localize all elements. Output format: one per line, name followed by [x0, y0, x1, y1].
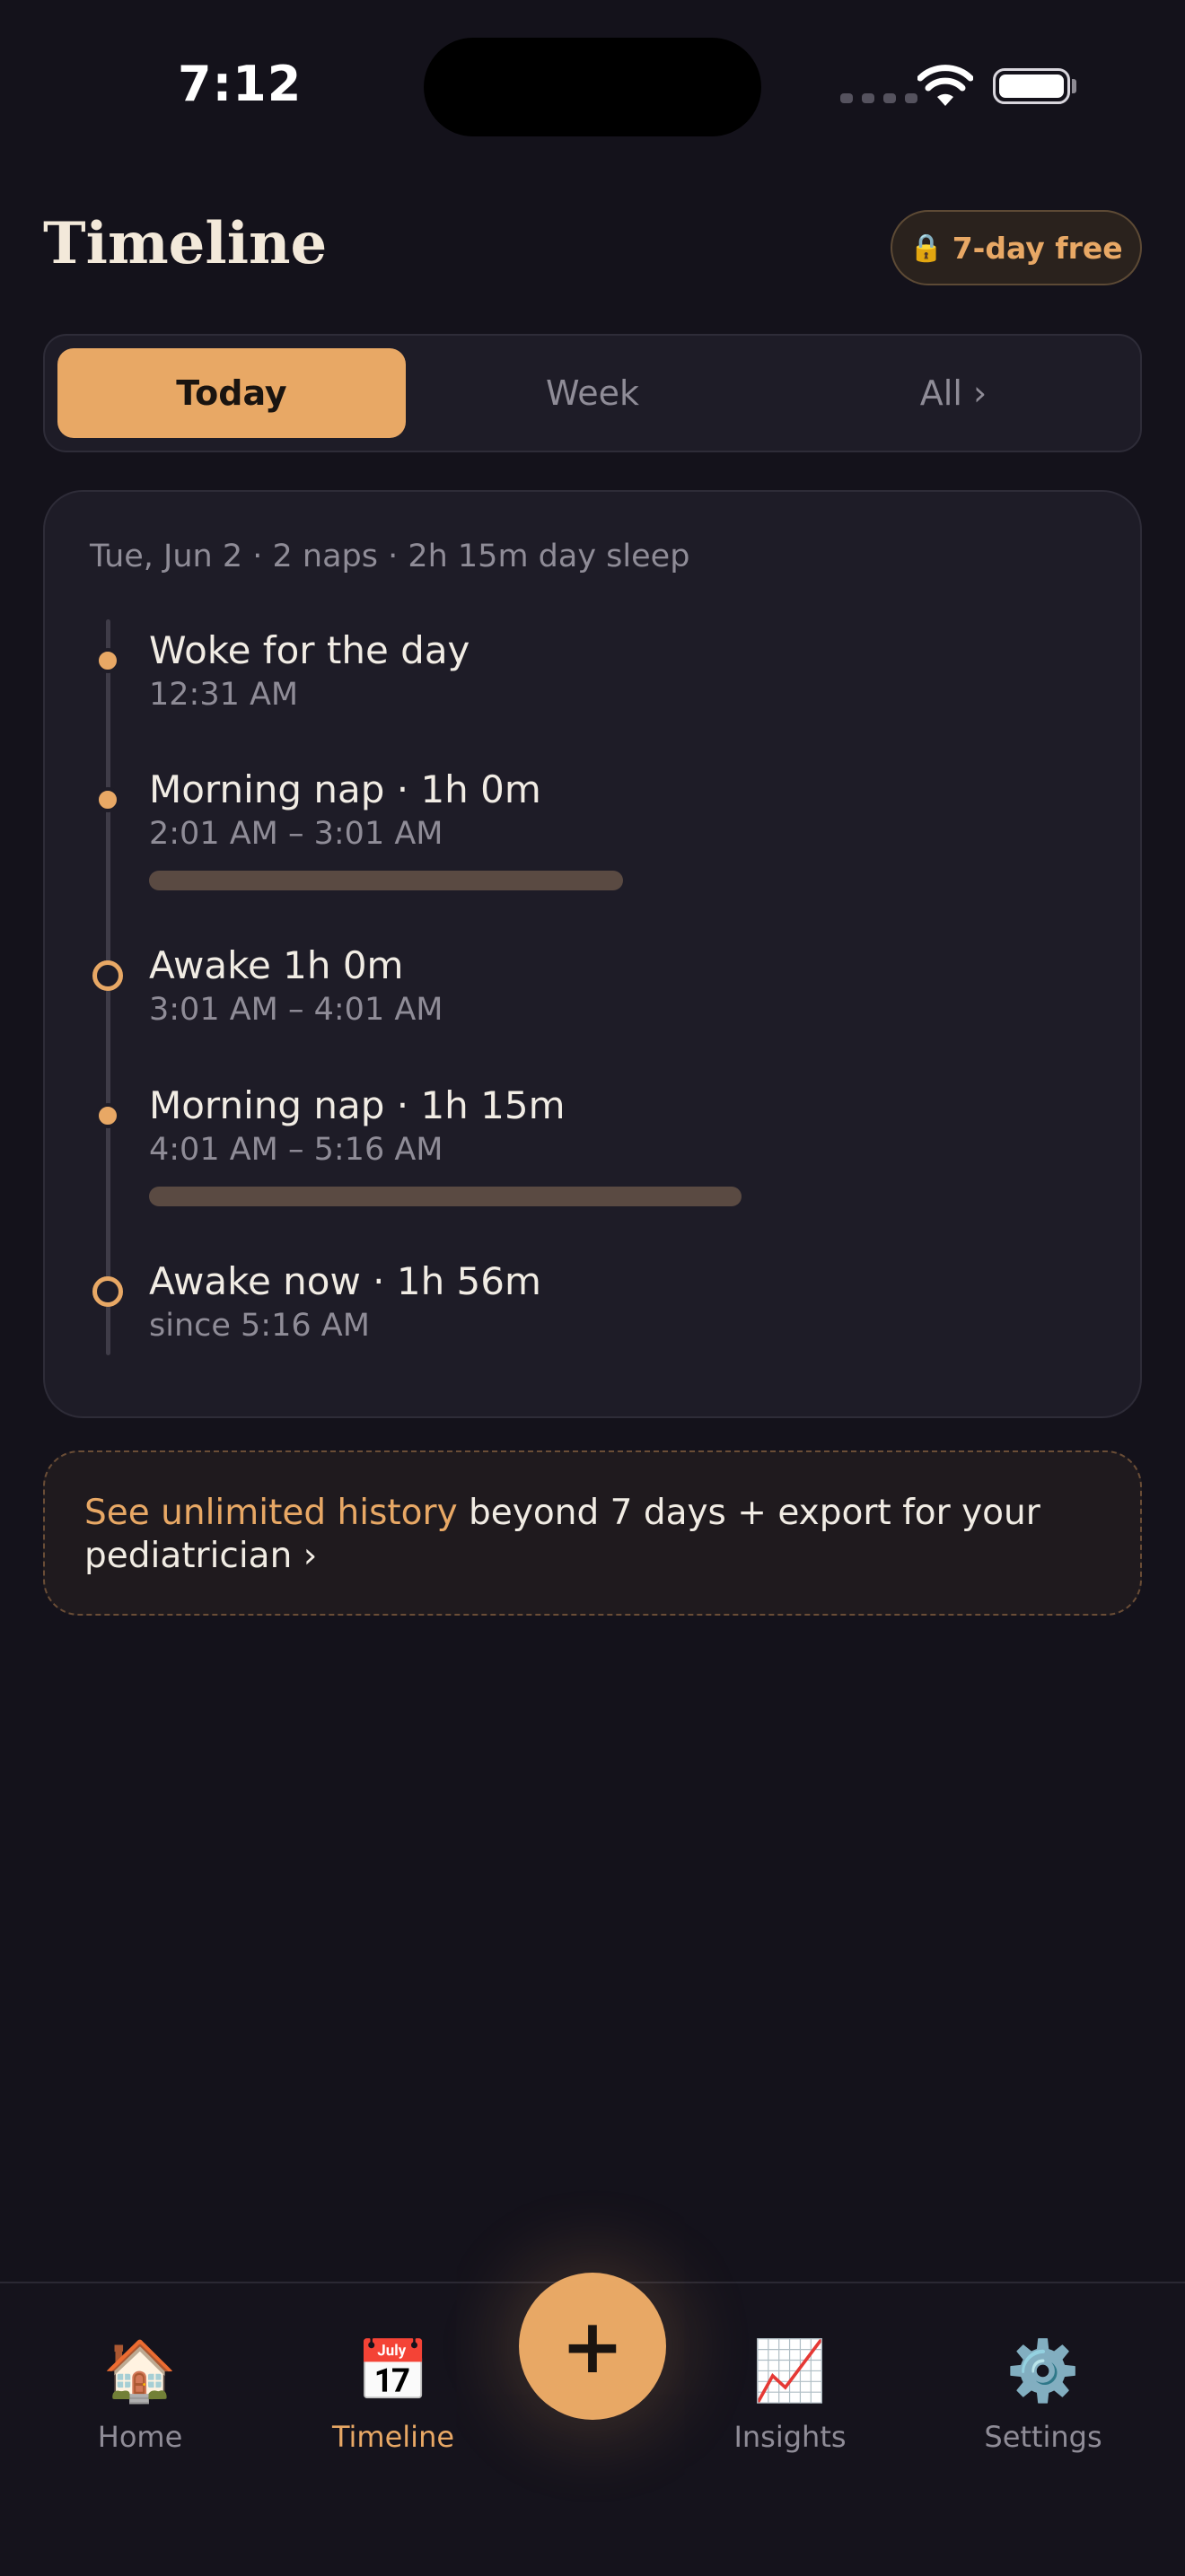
timeline-entry-time: since 5:16 AM — [149, 1308, 370, 1344]
battery-icon — [993, 68, 1070, 104]
battery-nub — [1072, 79, 1076, 93]
tab-label: Insights — [733, 2420, 847, 2454]
segment-all[interactable]: All › — [779, 348, 1128, 438]
tab-timeline[interactable]: 📅 Timeline — [303, 2335, 483, 2454]
status-time: 7:12 — [178, 56, 303, 112]
timeline-entry-title[interactable]: Woke for the day — [149, 628, 470, 672]
timeline-entry-title[interactable]: Morning nap · 1h 15m — [149, 1083, 566, 1127]
nap-duration-bar — [149, 871, 623, 890]
calendar-icon: 📅 — [356, 2336, 431, 2405]
timeline-entry-title[interactable]: Morning nap · 1h 0m — [149, 767, 541, 811]
tab-settings[interactable]: ⚙️ Settings — [953, 2335, 1133, 2454]
segment-week[interactable]: Week — [418, 348, 767, 438]
cellular-signal-icon — [840, 93, 917, 103]
timeline-dot-filled — [95, 1103, 120, 1128]
status-bar: 7:12 — [0, 0, 1185, 180]
timeline-entry-time: 3:01 AM – 4:01 AM — [149, 992, 443, 1028]
home-icon: 🏠 — [102, 2336, 178, 2405]
tab-home[interactable]: 🏠 Home — [50, 2335, 230, 2454]
unlimited-history-upsell[interactable]: See unlimited history beyond 7 days + ex… — [43, 1450, 1142, 1616]
timeline-entry-title[interactable]: Awake now · 1h 56m — [149, 1259, 541, 1303]
upsell-highlight: See unlimited history — [84, 1493, 458, 1533]
trial-badge-label: 7-day free — [952, 230, 1123, 266]
page-title: Timeline — [43, 210, 328, 277]
chart-icon: 📈 — [752, 2336, 828, 2405]
timeline-entry-time: 12:31 AM — [149, 677, 299, 713]
add-entry-button[interactable]: + — [519, 2273, 666, 2420]
timeline-entry-time: 4:01 AM – 5:16 AM — [149, 1132, 443, 1168]
timeline-dot-hollow — [92, 960, 123, 991]
day-summary: Tue, Jun 2 · 2 naps · 2h 15m day sleep — [90, 539, 690, 574]
tab-label: Timeline — [331, 2420, 455, 2454]
timeline-dot-filled — [95, 787, 120, 812]
tab-insights[interactable]: 📈 Insights — [700, 2335, 880, 2454]
trial-badge[interactable]: 🔒 7-day free — [891, 210, 1142, 285]
dynamic-island — [424, 38, 761, 136]
timeline-card: Tue, Jun 2 · 2 naps · 2h 15m day sleep W… — [43, 490, 1142, 1418]
gear-icon: ⚙️ — [1005, 2336, 1081, 2405]
timeline-entry-time: 2:01 AM – 3:01 AM — [149, 816, 443, 852]
segment-today[interactable]: Today — [57, 348, 406, 438]
timeline-dot-filled — [95, 648, 120, 673]
range-segmented-control: Today Week All › — [43, 334, 1142, 452]
timeline-dot-hollow — [92, 1276, 123, 1307]
timeline-entry-title[interactable]: Awake 1h 0m — [149, 943, 403, 987]
lock-icon: 🔒 — [909, 232, 944, 264]
wifi-icon — [917, 65, 973, 106]
nap-duration-bar — [149, 1187, 742, 1206]
tab-label: Settings — [984, 2420, 1102, 2454]
tab-label: Home — [97, 2420, 183, 2454]
